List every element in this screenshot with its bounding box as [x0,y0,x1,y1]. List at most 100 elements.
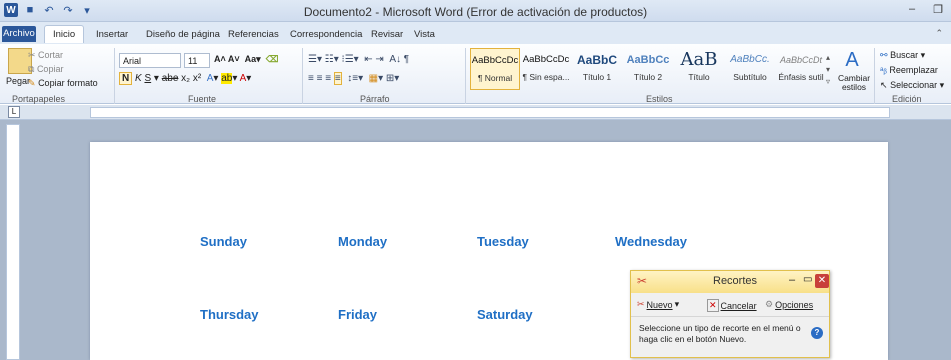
style-name: ¶ Sin espa... [522,72,570,82]
scissors-icon: ✂ [637,274,648,288]
tab-insertar[interactable]: Insertar [96,26,128,44]
copy-label: Copiar [36,64,64,74]
style-preview: AaBbCcDc [471,55,519,66]
style-name: Título 2 [633,72,663,82]
vertical-ruler[interactable] [6,124,20,360]
day-label: Tuesday [477,234,529,249]
day-label: Thursday [200,307,259,322]
style-name: Título [688,72,710,82]
tab-inicio[interactable]: Inicio [44,25,85,43]
options-button[interactable]: ⚙ Opciones [765,299,813,310]
day-label: Saturday [477,307,533,322]
day-label: Monday [338,234,388,249]
cancel-label: Cancelar [720,300,757,311]
replace-label: Reemplazar [889,65,938,75]
cut-label: Cortar [38,50,64,60]
new-label: Nuevo [646,299,673,310]
tab-archivo[interactable]: Archivo [2,26,36,42]
style-preview: AaBbCc. [730,54,770,65]
styles-scroll-buttons[interactable]: ▴ ▾ ▿ [826,52,830,88]
clear-format-icon: ⌫ [265,54,279,64]
paste-button[interactable]: Pegar [6,76,30,86]
style-enfasis-sutil[interactable]: AaBbCcDt Énfasis sutil [776,48,826,90]
tab-diseno-pagina[interactable]: Diseño de página [146,26,220,44]
horizontal-ruler-area: L [0,105,951,120]
find-button[interactable]: ⚯ Buscar ▾ [880,50,925,61]
tab-vista[interactable]: Vista [414,26,435,44]
list-buttons[interactable]: ☰▾ ☷▾ ⁝☰▾ ⇤ ⇥ A↓ ¶ [308,54,409,65]
snipping-title: Recortes [713,275,758,287]
format-painter-label: Copiar formato [38,78,98,88]
paintbrush-icon: ✎ [28,78,36,88]
snipping-tool-window: ✂ Recortes – ▭ ✕ ✂ Nuevo ▾ ✕ Cancelar ⚙ Opc… [630,270,830,358]
font-grow-shrink-buttons[interactable]: A˄ A˅ Aa▾ ⌫ [214,54,278,65]
tab-selector[interactable]: L [8,106,20,118]
tab-referencias[interactable]: Referencias [228,26,279,44]
style-preview: AaB [680,49,718,70]
maximize-button[interactable]: ▭ [803,274,812,285]
style-sin-espaciado[interactable]: AaBbCcDc ¶ Sin espa... [521,48,571,90]
font-size-select[interactable]: 11 [184,53,210,68]
maximize-button[interactable]: ❐ [925,0,951,18]
style-preview: AaBbCcDc [522,54,570,65]
style-titulo-2[interactable]: AaBbCc Título 2 [623,48,673,90]
cancel-icon: ✕ [707,299,719,312]
divider [114,48,115,104]
ribbon-tabs: Archivo Inicio Insertar Diseño de página… [0,22,951,44]
gear-icon: ⚙ [765,299,774,309]
cursor-icon: ↖ [880,80,888,90]
new-snip-button[interactable]: ✂ Nuevo ▾ [637,299,679,310]
group-label-paragraph: Párrafo [360,94,390,104]
replace-icon: ᵃᵦ [880,65,887,75]
style-titulo-1[interactable]: AaBbC Título 1 [572,48,622,90]
style-normal[interactable]: AaBbCcDc ¶ Normal [470,48,520,90]
tab-revisar[interactable]: Revisar [371,26,403,44]
cancel-button[interactable]: ✕ Cancelar [707,299,757,312]
style-name: Subtítulo [733,72,767,82]
select-button[interactable]: ↖ Seleccionar ▾ [880,80,944,91]
style-name: Énfasis sutil [778,72,824,82]
close-button[interactable]: ✕ [815,274,829,288]
tab-correspondencia[interactable]: Correspondencia [290,26,362,44]
minimize-button[interactable]: – [789,274,795,286]
day-label: Wednesday [615,234,688,249]
find-label: Buscar [890,50,919,60]
style-name: ¶ Normal [477,73,513,83]
group-label-editing: Edición [892,94,922,104]
copy-button[interactable]: ⧉ Copiar [28,64,63,75]
day-label: Sunday [200,234,247,249]
font-format-buttons[interactable]: N K S ▾ abe x₂ x² A▾ ab▾ A▾ [119,72,251,85]
format-painter-button[interactable]: ✎ Copiar formato [28,78,98,89]
help-icon[interactable]: ? [811,327,823,339]
divider [874,48,875,104]
style-subtitulo[interactable]: AaBbCc. Subtítulo [725,48,775,90]
replace-button[interactable]: ᵃᵦ Reemplazar [880,65,938,75]
title-bar: W ■ ↶ ↷ ▾ Documento2 - Microsoft Word (E… [0,0,951,22]
group-label-font: Fuente [188,94,217,104]
style-preview: AaBbCc [626,54,670,66]
group-label-styles: Estilos [646,94,673,104]
horizontal-ruler[interactable] [90,107,890,118]
scissors-icon: ✂ [637,299,645,309]
snipping-toolbar: ✂ Nuevo ▾ ✕ Cancelar ⚙ Opciones [631,293,829,317]
binoculars-icon: ⚯ [880,50,888,60]
style-titulo[interactable]: AaB Título [674,48,724,90]
day-label: Friday [338,307,378,322]
style-preview: AaBbC [576,53,617,67]
ribbon-collapse-icon[interactable]: ⌃ [935,28,943,39]
cut-button[interactable]: ✂ Cortar [28,50,63,61]
options-label: Opciones [775,299,814,310]
select-label: Seleccionar [890,80,938,90]
font-name-select[interactable]: Arial [119,53,181,68]
style-preview: AaBbCcDt [779,55,823,65]
snipping-title-bar[interactable]: ✂ Recortes – ▭ ✕ [631,271,829,293]
divider [465,48,466,104]
alignment-buttons[interactable]: ≡ ≡ ≡ ≡ ↕≡▾ ▦▾ ⊞▾ [308,72,399,85]
minimize-button[interactable]: – [899,0,925,18]
ribbon: Pegar ✂ Cortar ⧉ Copiar ✎ Copiar formato… [0,44,951,104]
divider [302,48,303,104]
snipping-instructions: Seleccione un tipo de recorte en el menú… [639,323,801,344]
change-styles-button[interactable]: Cambiar estilos [836,74,872,92]
style-name: Título 1 [582,72,612,82]
group-label-clipboard: Portapapeles [12,94,66,104]
